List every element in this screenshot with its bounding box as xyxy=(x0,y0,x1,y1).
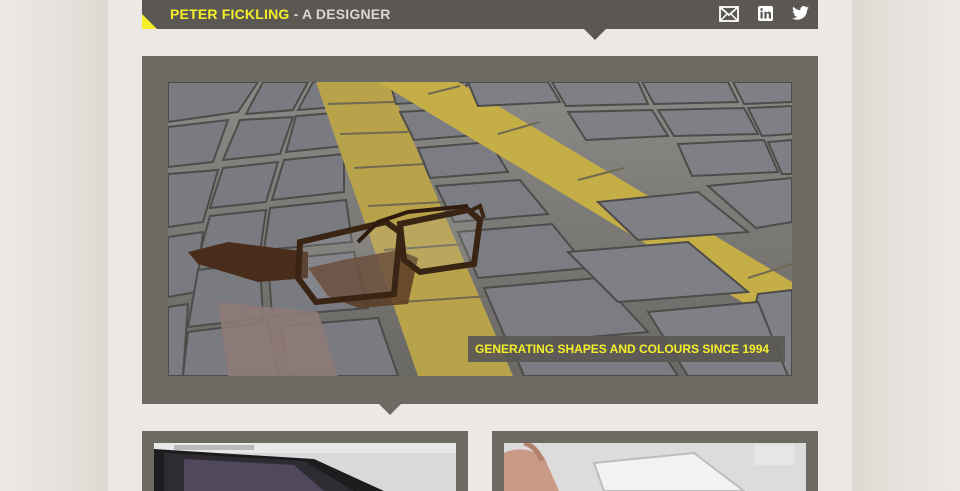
mail-icon[interactable] xyxy=(719,6,739,24)
header-corner-accent xyxy=(142,14,157,29)
linkedin-icon[interactable] xyxy=(758,6,773,24)
hero-photo-glasses-on-cobblestones xyxy=(168,82,792,376)
twitter-icon[interactable] xyxy=(792,6,809,24)
page-left-margin xyxy=(0,0,108,491)
portfolio-card-2[interactable] xyxy=(492,431,818,491)
portfolio-thumb-1 xyxy=(154,443,456,491)
portfolio-thumb-2 xyxy=(504,443,806,491)
hero-image[interactable]: GENERATING SHAPES AND COLOURS SINCE 1994 xyxy=(168,82,792,376)
hero-panel: GENERATING SHAPES AND COLOURS SINCE 1994 xyxy=(142,56,818,415)
site-header: PETER FICKLING - A DESIGNER xyxy=(142,0,818,40)
page-right-margin xyxy=(852,0,960,491)
site-title-name: PETER FICKLING xyxy=(170,6,290,22)
site-title[interactable]: PETER FICKLING - A DESIGNER xyxy=(170,6,391,22)
portfolio-card-1[interactable] xyxy=(142,431,468,491)
site-title-role: - A DESIGNER xyxy=(289,6,391,22)
hero-pointer xyxy=(379,404,401,415)
hero-caption: GENERATING SHAPES AND COLOURS SINCE 1994 xyxy=(468,336,785,362)
header-pointer xyxy=(584,29,606,40)
